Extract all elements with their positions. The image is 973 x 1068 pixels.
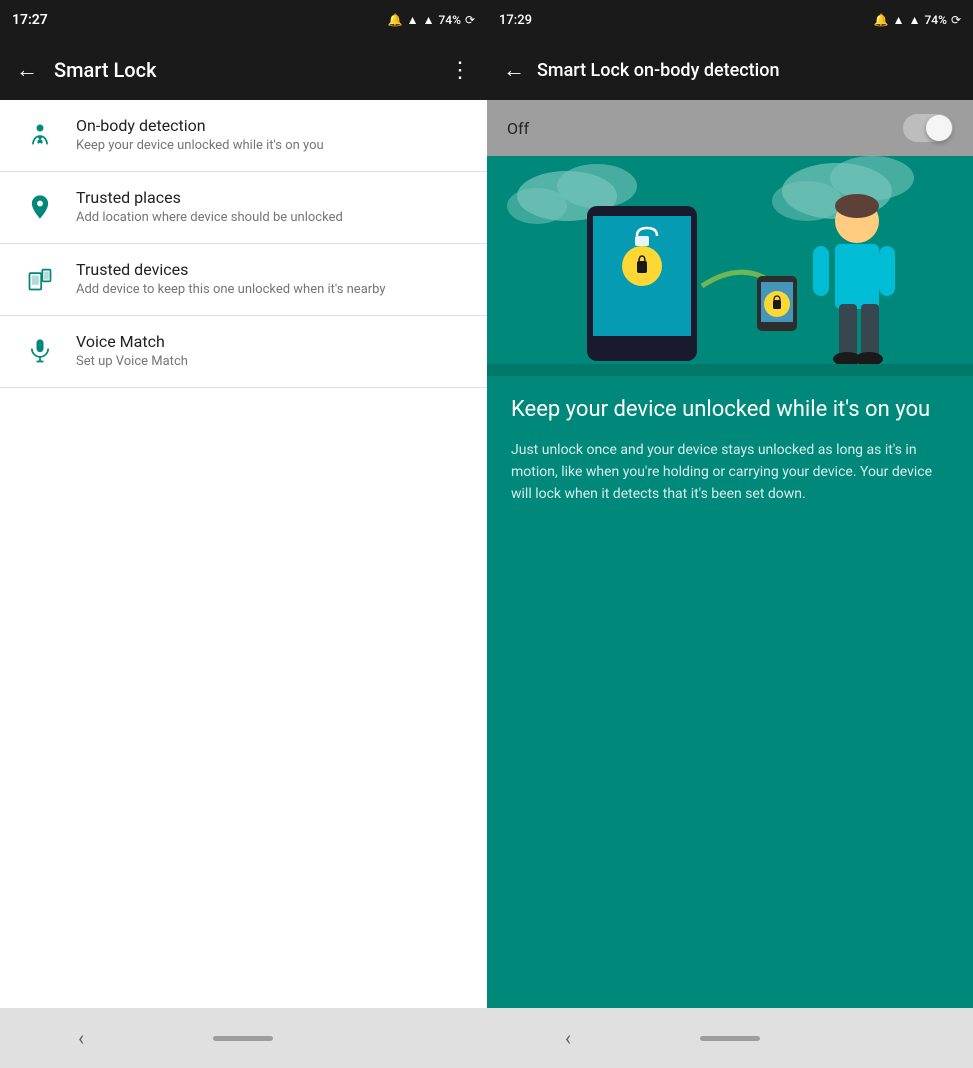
menu-item-voice-match[interactable]: Voice Match Set up Voice Match — [0, 316, 487, 388]
left-panel: 17:27 🔔 ▲ ▲ 74% ⟳ ← Smart Lock ⋮ — [0, 0, 487, 1068]
left-more-button[interactable]: ⋮ — [449, 58, 471, 83]
toggle-row: Off — [487, 100, 973, 156]
sync-icon: ⟳ — [465, 13, 475, 27]
toggle-label: Off — [507, 119, 529, 138]
left-top-bar: ← Smart Lock ⋮ — [0, 40, 487, 100]
right-back-button[interactable]: ← — [503, 57, 525, 83]
on-body-subtitle: Keep your device unlocked while it's on … — [76, 138, 467, 155]
left-status-icons: 🔔 ▲ ▲ 74% ⟳ — [388, 13, 475, 27]
right-status-bar: 17:29 🔔 ▲ ▲ 74% ⟳ — [487, 0, 973, 40]
right-bottom-nav: ‹ — [487, 1008, 973, 1068]
mic-icon — [20, 337, 60, 365]
right-top-bar: ← Smart Lock on-body detection — [487, 40, 973, 100]
battery-icon: 74% — [438, 13, 460, 27]
menu-item-on-body[interactable]: On-body detection Keep your device unloc… — [0, 100, 487, 172]
voice-match-text: Voice Match Set up Voice Match — [76, 332, 467, 371]
person-icon — [20, 121, 60, 149]
right-wifi-icon: ▲ — [893, 13, 905, 27]
trusted-devices-title: Trusted devices — [76, 260, 467, 279]
bell-icon: 🔔 — [388, 13, 403, 27]
right-sync-icon: ⟳ — [951, 13, 961, 27]
right-back-chevron-icon: ‹ — [565, 1026, 571, 1050]
on-body-text: On-body detection Keep your device unloc… — [76, 116, 467, 155]
illustration-area — [487, 156, 973, 376]
right-bell-icon: 🔔 — [874, 13, 889, 27]
on-body-title: On-body detection — [76, 116, 467, 135]
trusted-places-text: Trusted places Add location where device… — [76, 188, 467, 227]
left-screen-title: Smart Lock — [54, 58, 433, 82]
content-body: Just unlock once and your device stays u… — [511, 439, 949, 506]
left-status-bar: 17:27 🔔 ▲ ▲ 74% ⟳ — [0, 0, 487, 40]
content-area: Keep your device unlocked while it's on … — [487, 376, 973, 1008]
right-signal-icon: ▲ — [909, 13, 921, 27]
left-home-pill[interactable] — [213, 1036, 273, 1041]
right-time: 17:29 — [499, 13, 532, 28]
trusted-devices-text: Trusted devices Add device to keep this … — [76, 260, 467, 299]
right-battery-icon: 74% — [924, 13, 946, 27]
trusted-devices-subtitle: Add device to keep this one unlocked whe… — [76, 282, 467, 299]
left-back-button[interactable]: ← — [16, 57, 38, 83]
menu-list: On-body detection Keep your device unloc… — [0, 100, 487, 1008]
wifi-icon: ▲ — [407, 13, 419, 27]
signal-icon: ▲ — [423, 13, 435, 27]
right-screen-title: Smart Lock on-body detection — [537, 60, 957, 81]
trusted-places-title: Trusted places — [76, 188, 467, 207]
toggle-knob — [926, 115, 952, 141]
menu-item-trusted-devices[interactable]: Trusted devices Add device to keep this … — [0, 244, 487, 316]
menu-item-trusted-places[interactable]: Trusted places Add location where device… — [0, 172, 487, 244]
left-back-chevron-icon: ‹ — [78, 1026, 84, 1050]
devices-icon — [20, 265, 60, 293]
content-heading: Keep your device unlocked while it's on … — [511, 396, 949, 425]
right-back-nav[interactable]: ‹ — [538, 1018, 598, 1058]
left-bottom-nav: ‹ — [0, 1008, 487, 1068]
right-status-icons: 🔔 ▲ ▲ 74% ⟳ — [874, 13, 961, 27]
left-time: 17:27 — [12, 12, 48, 28]
on-body-toggle[interactable] — [903, 114, 953, 142]
right-panel: 17:29 🔔 ▲ ▲ 74% ⟳ ← Smart Lock on-body d… — [487, 0, 973, 1068]
trusted-places-subtitle: Add location where device should be unlo… — [76, 210, 467, 227]
voice-match-title: Voice Match — [76, 332, 467, 351]
pin-icon — [20, 193, 60, 221]
voice-match-subtitle: Set up Voice Match — [76, 354, 467, 371]
left-back-nav[interactable]: ‹ — [51, 1018, 111, 1058]
right-home-pill[interactable] — [700, 1036, 760, 1041]
